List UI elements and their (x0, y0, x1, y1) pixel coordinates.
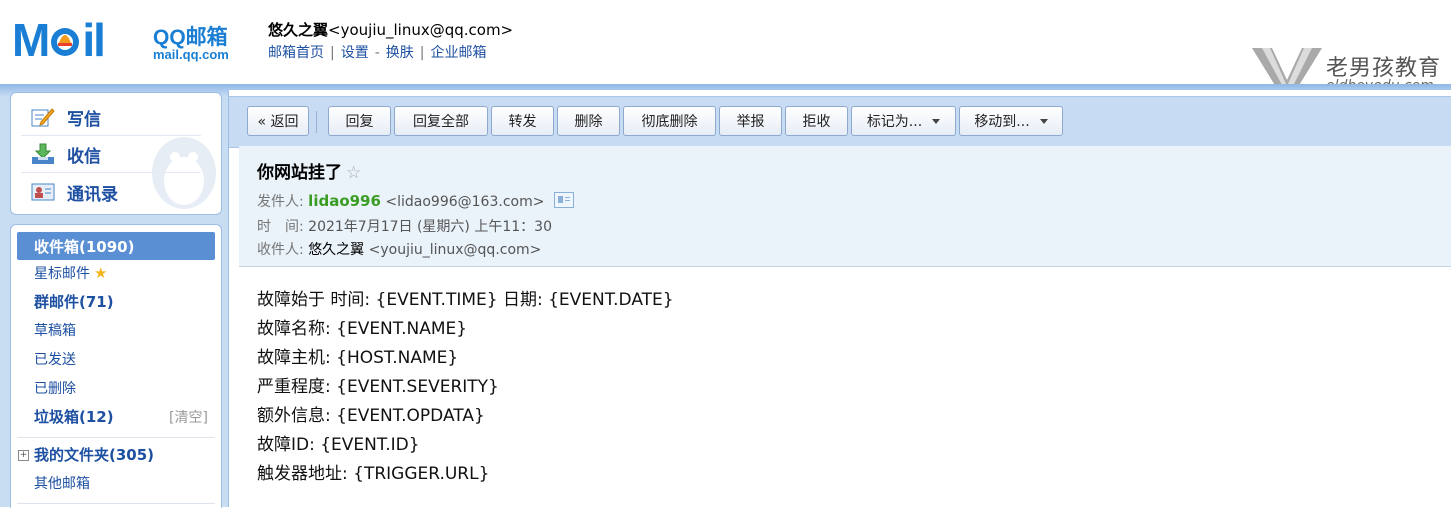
message-header: 你网站挂了 ☆ 发件人: lidao996 <lidao996@163.com> … (239, 146, 1451, 267)
compose-label: 写信 (67, 109, 101, 130)
reply-button[interactable]: 回复 (328, 106, 391, 136)
from-label: 发件人: (257, 194, 304, 210)
body-line: 额外信息: {EVENT.OPDATA} (257, 406, 485, 426)
user-name: 悠久之翼 (268, 21, 329, 39)
move-to-dropdown[interactable]: 移动到... (959, 106, 1063, 136)
command-panel: 写信 收信 通讯录 (10, 92, 222, 215)
folder-starred[interactable]: 星标邮件 ★ (34, 263, 107, 283)
to-name[interactable]: 悠久之翼 (308, 242, 364, 258)
body-line: 故障主机: {HOST.NAME} (257, 348, 459, 368)
clear-spam-button[interactable]: [清空] (169, 407, 208, 427)
folder-list: 收件箱(1090) 星标邮件 ★ 群邮件(71) 草稿箱 已发送 已删除 垃圾箱(… (10, 224, 222, 508)
link-separator: - (374, 45, 380, 61)
folder-inbox[interactable]: 收件箱(1090) (17, 232, 215, 260)
delete-permanently-button[interactable]: 彻底删除 (623, 106, 716, 136)
report-button[interactable]: 举报 (719, 106, 782, 136)
to-email: <youjiu_linux@qq.com> (368, 242, 542, 258)
link-enterprise-mail[interactable]: 企业邮箱 (431, 45, 487, 61)
message-body: 故障始于 时间: {EVENT.TIME} 日期: {EVENT.DATE} 故… (257, 286, 674, 489)
logo-domain: mail.qq.com (153, 47, 229, 62)
link-mail-home[interactable]: 邮箱首页 (268, 45, 324, 61)
folder-my-folders[interactable]: 我的文件夹(305) (34, 445, 154, 465)
link-separator: | (330, 45, 335, 61)
forward-button[interactable]: 转发 (491, 106, 554, 136)
folder-inbox-label: 收件箱(1090) (34, 238, 135, 256)
divider (21, 135, 201, 136)
qq-mail-logo[interactable]: Mil QQ邮箱 mail.qq.com (12, 16, 244, 66)
contacts-label: 通讯录 (67, 184, 118, 205)
time-row: 时 间: 2021年7月17日 (星期六) 上午11：30 (257, 216, 552, 236)
body-line: 触发器地址: {TRIGGER.URL} (257, 464, 490, 484)
divider (17, 503, 215, 504)
contact-card-icon[interactable] (554, 192, 575, 208)
from-name[interactable]: lidao996 (308, 192, 381, 210)
folder-deleted[interactable]: 已删除 (34, 379, 76, 399)
move-to-label: 移动到... (974, 114, 1030, 130)
folder-spam[interactable]: 垃圾箱(12) (34, 407, 114, 427)
contacts-button[interactable]: 通讯录 (31, 177, 118, 207)
star-toggle-icon[interactable]: ☆ (346, 163, 361, 183)
folder-group[interactable]: 群邮件(71) (34, 292, 114, 312)
qq-penguin-watermark-icon (152, 137, 216, 209)
receive-label: 收信 (67, 146, 101, 167)
reject-button[interactable]: 拒收 (785, 106, 848, 136)
link-change-skin[interactable]: 换肤 (386, 45, 414, 61)
to-row: 收件人: 悠久之翼 <youjiu_linux@qq.com> (257, 239, 541, 259)
back-button[interactable]: « 返回 (247, 106, 309, 136)
body-line: 故障名称: {EVENT.NAME} (257, 319, 468, 339)
star-icon: ★ (94, 264, 108, 282)
message-pane: « 返回 回复 回复全部 转发 删除 彻底删除 举报 拒收 标记为... 移动到… (228, 90, 1451, 507)
to-label: 收件人: (257, 242, 304, 258)
chevron-down-icon (1039, 119, 1048, 124)
toolbar-separator (316, 111, 317, 133)
divider (21, 172, 201, 173)
contacts-icon (31, 181, 55, 203)
body-line: 严重程度: {EVENT.SEVERITY} (257, 377, 499, 397)
receive-button[interactable]: 收信 (31, 139, 101, 169)
message-toolbar: « 返回 回复 回复全部 转发 删除 彻底删除 举报 拒收 标记为... 移动到… (229, 96, 1451, 148)
expand-folders-icon[interactable]: + (18, 450, 29, 461)
folder-other-mailboxes[interactable]: 其他邮箱 (34, 474, 90, 494)
body-line: 故障始于 时间: {EVENT.TIME} 日期: {EVENT.DATE} (257, 290, 674, 310)
folder-starred-label: 星标邮件 (34, 266, 90, 282)
inbox-download-icon (31, 143, 55, 165)
mark-as-dropdown[interactable]: 标记为... (851, 106, 956, 136)
message-subject: 你网站挂了 ☆ (257, 158, 361, 183)
link-separator: | (419, 45, 425, 61)
divider (17, 437, 215, 438)
link-settings[interactable]: 设置 (341, 45, 369, 61)
user-info: 悠久之翼<youjiu_linux@qq.com> (268, 19, 513, 40)
time-value: 2021年7月17日 (星期六) 上午11：30 (308, 219, 552, 235)
reply-all-button[interactable]: 回复全部 (394, 106, 488, 136)
body-line: 故障ID: {EVENT.ID} (257, 435, 420, 455)
logo-mail-wordmark: Mil (12, 14, 106, 66)
folder-sent[interactable]: 已发送 (34, 350, 76, 370)
compose-icon (31, 106, 55, 128)
compose-button[interactable]: 写信 (31, 102, 101, 132)
from-email: <lidao996@163.com> (385, 194, 545, 210)
user-email: <youjiu_linux@qq.com> (328, 21, 514, 39)
top-links: 邮箱首页 | 设置 - 换肤 | 企业邮箱 (268, 42, 487, 62)
delete-button[interactable]: 删除 (557, 106, 620, 136)
time-label: 时 间: (257, 219, 304, 235)
mark-as-label: 标记为... (866, 114, 923, 130)
subject-text: 你网站挂了 (257, 163, 342, 183)
chevron-down-icon (932, 119, 941, 124)
from-row: 发件人: lidao996 <lidao996@163.com> (257, 191, 575, 211)
bell-logo-icon (50, 19, 80, 57)
folder-drafts[interactable]: 草稿箱 (34, 321, 76, 341)
